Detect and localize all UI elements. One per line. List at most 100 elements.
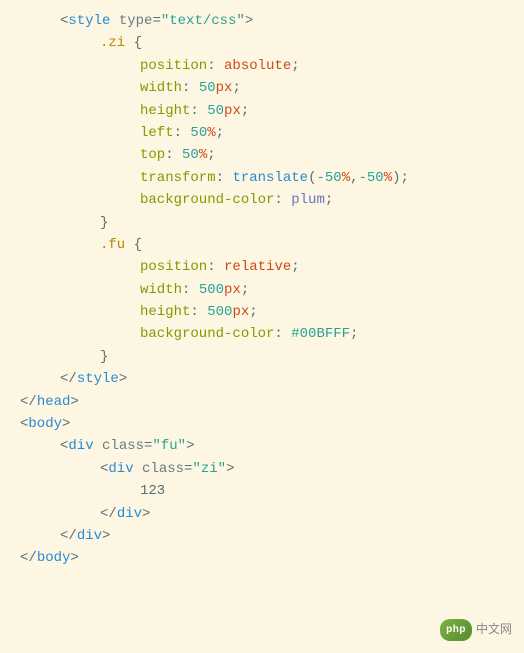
code-token-tag-name: div <box>68 438 93 454</box>
code-token-colon: : <box>216 170 233 186</box>
code-token-property: top <box>140 147 165 163</box>
code-token-tag-name: style <box>68 13 110 29</box>
code-line: .fu { <box>20 234 524 256</box>
code-token-tag-name: style <box>77 371 119 387</box>
code-token-property: width <box>140 80 182 96</box>
code-token-value-number: 50 <box>207 103 224 119</box>
code-token-value-percent: % <box>199 147 207 163</box>
code-token-attr-name: type <box>119 13 153 29</box>
code-token-attr-value: "text/css" <box>161 13 245 29</box>
code-token-text-content: 123 <box>140 483 165 499</box>
code-token-colon: : <box>182 80 199 96</box>
code-token-value-percent: % <box>207 125 215 141</box>
code-line: </body> <box>20 547 524 569</box>
code-token-tag-name: head <box>37 394 71 410</box>
code-token-text-content <box>134 461 142 477</box>
code-token-property: position <box>140 58 207 74</box>
code-token-colon: : <box>165 147 182 163</box>
code-token-value-unit: px <box>216 80 233 96</box>
code-token-property: width <box>140 282 182 298</box>
code-token-tag-bracket: > <box>70 394 78 410</box>
code-token-colon: : <box>274 192 291 208</box>
code-token-property: left <box>140 125 174 141</box>
code-block: <style type="text/css">.zi {position: ab… <box>0 10 524 570</box>
code-token-semicolon: ; <box>241 103 249 119</box>
code-token-semicolon: ; <box>232 80 240 96</box>
code-token-property: background-color <box>140 192 274 208</box>
code-line: height: 50px; <box>20 100 524 122</box>
code-line: background-color: plum; <box>20 189 524 211</box>
code-token-attr-name: class <box>142 461 184 477</box>
code-token-value-color: plum <box>291 192 325 208</box>
code-line: position: absolute; <box>20 55 524 77</box>
code-token-semicolon: ; <box>350 326 358 342</box>
code-token-selector: .fu <box>100 237 125 253</box>
code-token-property: transform <box>140 170 216 186</box>
code-token-value-unit: px <box>224 282 241 298</box>
code-token-brace: { <box>134 35 142 51</box>
code-line: </head> <box>20 391 524 413</box>
code-token-semicolon: ; <box>207 147 215 163</box>
code-token-tag-bracket: </ <box>20 550 37 566</box>
code-token-brace: } <box>100 215 108 231</box>
watermark: php 中文网 <box>440 619 512 641</box>
code-line: <body> <box>20 413 524 435</box>
code-token-colon: : <box>207 259 224 275</box>
code-line: 123 <box>20 480 524 502</box>
code-line: position: relative; <box>20 256 524 278</box>
code-token-value-keyword: relative <box>224 259 291 275</box>
code-line: left: 50%; <box>20 122 524 144</box>
code-token-value-number: -50 <box>316 170 341 186</box>
code-token-tag-bracket: > <box>142 506 150 522</box>
code-token-attr-value: "zi" <box>192 461 226 477</box>
code-token-semicolon: ; <box>216 125 224 141</box>
code-token-semicolon: ; <box>325 192 333 208</box>
code-line: transform: translate(-50%,-50%); <box>20 167 524 189</box>
code-token-tag-name: div <box>77 528 102 544</box>
code-line: } <box>20 212 524 234</box>
code-token-value-func: translate <box>232 170 308 186</box>
code-token-paren: ) <box>392 170 400 186</box>
code-token-property: background-color <box>140 326 274 342</box>
code-token-tag-bracket: </ <box>60 528 77 544</box>
code-token-tag-bracket: > <box>245 13 253 29</box>
code-token-value-number: 50 <box>182 147 199 163</box>
code-token-brace: } <box>100 349 108 365</box>
code-token-semicolon: ; <box>291 259 299 275</box>
code-line: <div class="fu"> <box>20 435 524 457</box>
code-token-semicolon: ; <box>249 304 257 320</box>
code-token-text-content <box>125 35 133 51</box>
code-token-semicolon: ; <box>291 58 299 74</box>
code-token-value-unit: px <box>224 103 241 119</box>
code-token-property: position <box>140 259 207 275</box>
code-line: </div> <box>20 525 524 547</box>
code-token-value-number: 500 <box>207 304 232 320</box>
code-token-value-number: 500 <box>199 282 224 298</box>
code-line: </style> <box>20 368 524 390</box>
code-line: <style type="text/css"> <box>20 10 524 32</box>
code-token-colon: : <box>190 103 207 119</box>
code-token-attr-name: class <box>102 438 144 454</box>
code-token-comma: , <box>350 170 358 186</box>
code-token-tag-name: body <box>28 416 62 432</box>
code-token-tag-bracket: > <box>226 461 234 477</box>
code-token-tag-bracket: > <box>186 438 194 454</box>
code-token-tag-bracket: </ <box>100 506 117 522</box>
code-line: <div class="zi"> <box>20 458 524 480</box>
code-token-colon: : <box>274 326 291 342</box>
code-token-value-percent: % <box>342 170 350 186</box>
code-line: } <box>20 346 524 368</box>
code-token-tag-bracket: > <box>70 550 78 566</box>
code-line: height: 500px; <box>20 301 524 323</box>
code-token-value-number: -50 <box>359 170 384 186</box>
code-line: top: 50%; <box>20 144 524 166</box>
code-token-brace: { <box>134 237 142 253</box>
code-token-text-content <box>110 13 118 29</box>
code-token-tag-name: body <box>37 550 71 566</box>
code-token-value-keyword: absolute <box>224 58 291 74</box>
code-token-colon: : <box>182 282 199 298</box>
code-line: background-color: #00BFFF; <box>20 323 524 345</box>
code-token-semicolon: ; <box>241 282 249 298</box>
code-token-property: height <box>140 103 190 119</box>
watermark-text: 中文网 <box>476 620 512 639</box>
